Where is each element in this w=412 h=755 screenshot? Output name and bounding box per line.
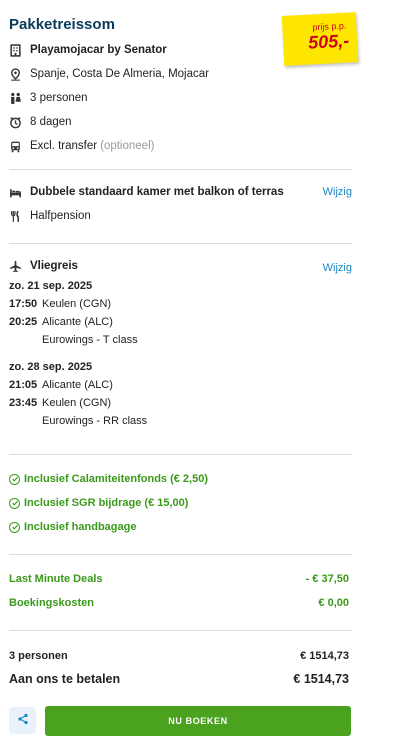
check-circle-icon xyxy=(9,497,20,509)
grand-total-value: € 1514,73 xyxy=(293,672,349,686)
airplane-icon xyxy=(9,260,22,273)
transfer-label: Excl. transfer xyxy=(30,140,98,152)
hotel-name-row: Playamojacar by Senator xyxy=(9,42,167,58)
return-departure: 21:05 Alicante (ALC) xyxy=(9,379,113,391)
outbound-date: zo. 21 sep. 2025 xyxy=(9,280,93,292)
inclusion-item: Inclusief SGR bijdrage (€ 15,00) xyxy=(9,497,188,509)
clock-icon xyxy=(9,116,22,129)
discount-row: Last Minute Deals - € 37,50 xyxy=(9,573,349,585)
outbound-departure: 17:50 Keulen (CGN) xyxy=(9,298,111,310)
check-circle-icon xyxy=(9,521,20,533)
room-change-link[interactable]: Wijzig xyxy=(323,186,352,198)
room-type: Dubbele standaard kamer met balkon of te… xyxy=(30,186,284,198)
check-circle-icon xyxy=(9,473,20,485)
hotel-name: Playamojacar by Senator xyxy=(30,44,167,56)
location-row: Spanje, Costa De Almeria, Mojacar xyxy=(9,66,209,82)
inclusion-label: Inclusief SGR bijdrage (€ 15,00) xyxy=(24,497,189,509)
price-tag: prijs p.p. 505,- xyxy=(281,12,359,66)
persons-row: 3 personen xyxy=(9,90,88,106)
persons-total-value: € 1514,73 xyxy=(300,650,349,662)
flight-title-row: Vliegreis xyxy=(9,258,78,274)
hotel-persons: 3 personen xyxy=(30,92,88,104)
departure-time: 21:05 xyxy=(9,379,38,391)
flight-title: Vliegreis xyxy=(30,260,78,272)
price-per-person-value: 505,- xyxy=(307,30,350,53)
arrival-time: 20:25 xyxy=(9,316,38,328)
arrival-time: 23:45 xyxy=(9,397,38,409)
outbound-arrival: 20:25 Alicante (ALC) xyxy=(9,316,113,328)
hotel-duration: 8 dagen xyxy=(30,116,72,128)
cutlery-icon xyxy=(9,210,22,223)
flight-change-link[interactable]: Wijzig xyxy=(323,262,352,274)
arrival-place: Keulen (CGN) xyxy=(42,397,112,409)
divider xyxy=(9,169,352,170)
divider xyxy=(9,630,352,631)
arrival-place: Alicante (ALC) xyxy=(42,316,113,328)
page-title: Pakketreissom xyxy=(9,16,115,33)
board-type: Halfpension xyxy=(30,210,91,222)
room-type-row: Dubbele standaard kamer met balkon of te… xyxy=(9,184,284,200)
inclusion-item: Inclusief handbagage xyxy=(9,521,136,533)
transfer-row: Excl. transfer (optioneel) xyxy=(9,138,154,154)
inclusion-label: Inclusief handbagage xyxy=(24,521,137,533)
grand-total-label: Aan ons te betalen xyxy=(9,672,121,686)
return-date: zo. 28 sep. 2025 xyxy=(9,361,93,373)
hotel-location: Spanje, Costa De Almeria, Mojacar xyxy=(30,68,209,80)
departure-place: Keulen (CGN) xyxy=(42,298,112,310)
bus-icon xyxy=(9,140,22,153)
divider xyxy=(9,454,352,455)
inclusion-item: Inclusief Calamiteitenfonds (€ 2,50) xyxy=(9,473,208,485)
share-button[interactable] xyxy=(9,707,36,734)
persons-total-label: 3 personen xyxy=(9,650,68,662)
divider xyxy=(9,554,352,555)
return-arrival: 23:45 Keulen (CGN) xyxy=(9,397,111,409)
share-icon xyxy=(17,713,29,728)
persons-icon xyxy=(9,92,22,105)
divider xyxy=(9,243,352,244)
discount-label: Last Minute Deals xyxy=(9,573,103,585)
outbound-carrier: Eurowings - T class xyxy=(42,334,138,346)
building-icon xyxy=(9,43,22,57)
board-row: Halfpension xyxy=(9,208,91,224)
persons-total-row: 3 personen € 1514,73 xyxy=(9,650,349,662)
inclusion-label: Inclusief Calamiteitenfonds (€ 2,50) xyxy=(24,473,208,485)
booking-cost-value: € 0,00 xyxy=(318,597,349,609)
book-now-button[interactable]: NU BOEKEN xyxy=(45,706,351,736)
departure-place: Alicante (ALC) xyxy=(42,379,113,391)
transfer-note: (optioneel) xyxy=(100,140,155,152)
booking-cost-label: Boekingskosten xyxy=(9,597,94,609)
departure-time: 17:50 xyxy=(9,298,38,310)
booking-cost-row: Boekingskosten € 0,00 xyxy=(9,597,349,609)
discount-value: - € 37,50 xyxy=(305,573,349,585)
grand-total-row: Aan ons te betalen € 1514,73 xyxy=(9,672,349,686)
return-carrier: Eurowings - RR class xyxy=(42,415,148,427)
duration-row: 8 dagen xyxy=(9,114,72,130)
location-pin-icon xyxy=(9,67,22,81)
bed-icon xyxy=(9,186,22,199)
